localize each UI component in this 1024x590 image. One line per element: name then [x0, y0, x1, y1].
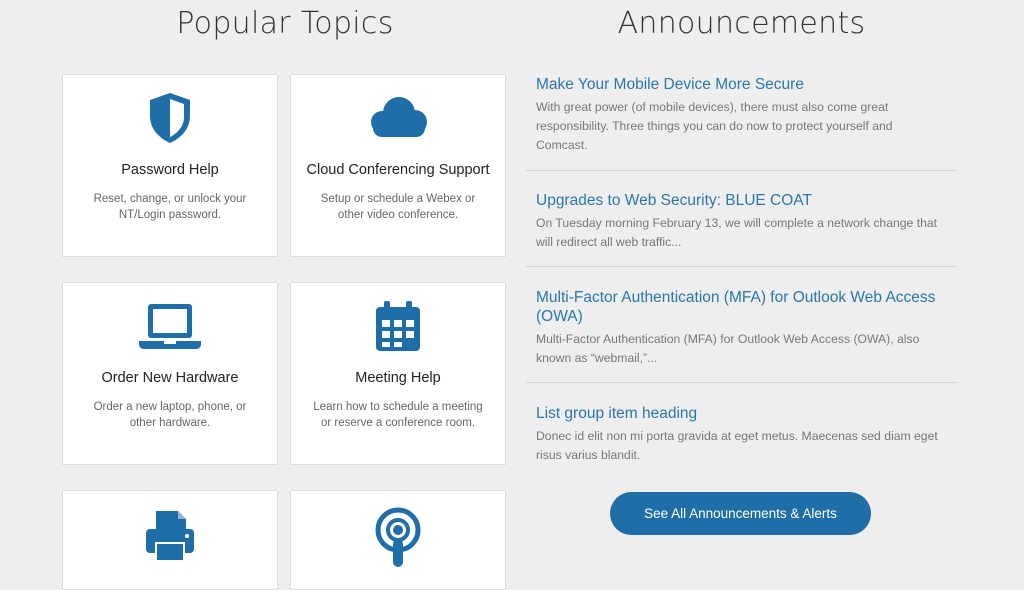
- podcast-icon: [291, 507, 505, 567]
- topic-card-description: Setup or schedule a Webex or other video…: [320, 193, 476, 221]
- announcement-title-link[interactable]: Multi-Factor Authentication (MFA) for Ou…: [536, 288, 947, 326]
- topic-card-title: Cloud Conferencing Support: [306, 162, 490, 178]
- laptop-icon: [63, 299, 277, 353]
- topic-card-title: Meeting Help: [355, 370, 441, 386]
- announcement-body: On Tuesday morning February 13, we will …: [536, 216, 938, 249]
- topic-card-description: Order a new laptop, phone, or other hard…: [93, 401, 247, 429]
- topic-card-cloud-conferencing[interactable]: Cloud Conferencing Support Setup or sche…: [290, 74, 506, 257]
- announcement-body: With great power (of mobile devices), th…: [536, 100, 893, 152]
- calendar-icon: [291, 299, 505, 353]
- topic-card-description: Learn how to schedule a meeting or reser…: [313, 401, 483, 429]
- announcement-item: Multi-Factor Authentication (MFA) for Ou…: [526, 288, 957, 383]
- topic-card-podcast[interactable]: [290, 490, 506, 590]
- topic-card-title: Order New Hardware: [101, 370, 239, 386]
- announcement-item: List group item heading Donec id elit no…: [526, 404, 957, 464]
- popular-topics-heading: Popular Topics: [176, 6, 394, 41]
- topic-card-meeting-help[interactable]: Meeting Help Learn how to schedule a mee…: [290, 282, 506, 465]
- shield-icon: [63, 91, 277, 145]
- topic-card-order-hardware[interactable]: Order New Hardware Order a new laptop, p…: [62, 282, 278, 465]
- topic-card-title: Password Help: [121, 162, 219, 178]
- announcement-item: Make Your Mobile Device More Secure With…: [526, 75, 957, 171]
- announcement-title-link[interactable]: Upgrades to Web Security: BLUE COAT: [536, 191, 947, 210]
- announcement-title-link[interactable]: List group item heading: [536, 404, 947, 423]
- topic-card-printer[interactable]: [62, 490, 278, 590]
- printer-icon: [63, 507, 277, 561]
- announcement-body: Multi-Factor Authentication (MFA) for Ou…: [536, 332, 920, 365]
- see-all-announcements-button[interactable]: See All Announcements & Alerts: [610, 492, 871, 535]
- announcement-title-link[interactable]: Make Your Mobile Device More Secure: [536, 75, 947, 94]
- topic-card-description: Reset, change, or unlock your NT/Login p…: [93, 193, 247, 221]
- topic-card-password-help[interactable]: Password Help Reset, change, or unlock y…: [62, 74, 278, 257]
- announcement-item: Upgrades to Web Security: BLUE COAT On T…: [526, 191, 957, 267]
- announcements-heading: Announcements: [617, 6, 866, 41]
- cloud-icon: [291, 91, 505, 145]
- announcement-body: Donec id elit non mi porta gravida at eg…: [536, 429, 938, 462]
